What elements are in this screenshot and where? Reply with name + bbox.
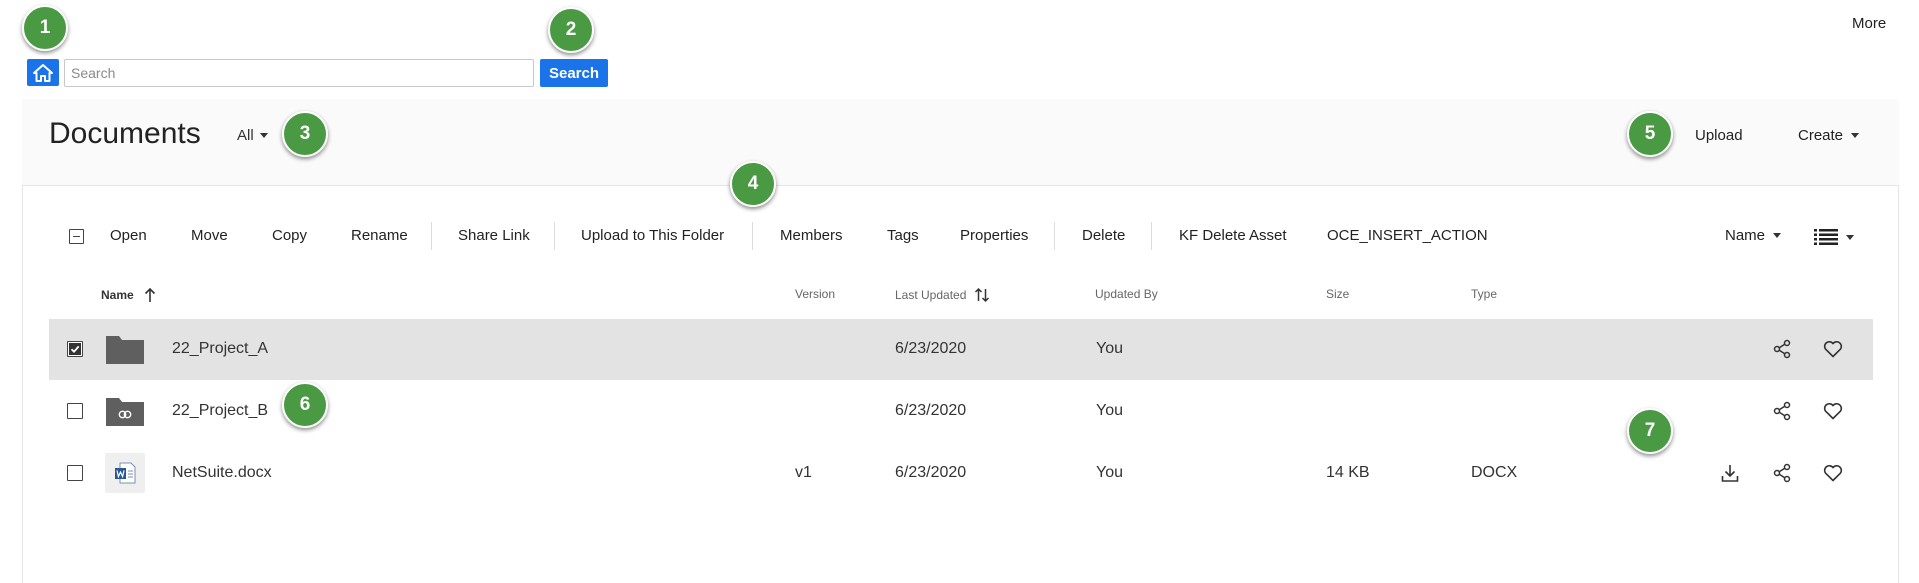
toolbar-divider <box>752 222 753 250</box>
select-all-checkbox[interactable] <box>69 229 84 244</box>
column-name-label: Name <box>101 288 134 302</box>
column-header-name[interactable]: Name <box>101 287 156 303</box>
toolbar-tags[interactable]: Tags <box>887 227 919 244</box>
row-size: 14 KB <box>1326 464 1370 481</box>
row-updated-by: You <box>1096 340 1123 357</box>
home-button[interactable] <box>27 59 59 86</box>
share-icon[interactable] <box>1770 399 1794 423</box>
sort-dropdown[interactable]: Name <box>1725 227 1782 244</box>
row-name[interactable]: 22_Project_A <box>172 340 268 358</box>
list-view-icon <box>1814 229 1838 245</box>
toolbar-oce-insert-action[interactable]: OCE_INSERT_ACTION <box>1327 227 1488 244</box>
caret-down-icon <box>259 133 268 138</box>
caret-down-icon <box>1773 233 1782 238</box>
toolbar-divider <box>431 222 432 250</box>
toolbar-copy[interactable]: Copy <box>272 227 307 244</box>
more-menu[interactable]: More <box>1852 15 1886 32</box>
word-document-icon <box>105 453 145 493</box>
row-name[interactable]: 22_Project_B <box>172 402 268 420</box>
column-last-updated-label: Last Updated <box>895 288 967 302</box>
toolbar-open[interactable]: Open <box>110 227 147 244</box>
column-header-size[interactable]: Size <box>1326 287 1349 301</box>
callout-badge: 6 <box>282 382 328 428</box>
column-header-type[interactable]: Type <box>1471 287 1497 301</box>
download-icon[interactable] <box>1718 461 1742 485</box>
toolbar-rename[interactable]: Rename <box>351 227 408 244</box>
column-header-version[interactable]: Version <box>795 287 835 301</box>
toolbar-divider <box>554 222 555 250</box>
view-dropdown[interactable] <box>1814 228 1854 246</box>
toolbar-share-link[interactable]: Share Link <box>458 227 530 244</box>
folder-icon <box>105 329 145 369</box>
callout-badge: 3 <box>282 111 328 157</box>
toolbar-kf-delete-asset[interactable]: KF Delete Asset <box>1179 227 1287 244</box>
sort-toggle-icon <box>975 287 990 303</box>
checkmark-icon <box>69 343 81 355</box>
share-icon[interactable] <box>1770 461 1794 485</box>
toolbar-members[interactable]: Members <box>780 227 843 244</box>
callout-badge: 7 <box>1627 408 1673 454</box>
create-label: Create <box>1798 127 1844 144</box>
home-icon <box>33 63 53 82</box>
toolbar-delete[interactable]: Delete <box>1082 227 1125 244</box>
toolbar-properties[interactable]: Properties <box>960 227 1028 244</box>
row-updated-by: You <box>1096 464 1123 481</box>
row-name[interactable]: NetSuite.docx <box>172 464 272 482</box>
row-version: v1 <box>795 464 812 481</box>
toolbar-divider <box>1151 222 1152 250</box>
upload-button[interactable]: Upload <box>1695 127 1743 144</box>
filter-label: All <box>237 127 254 144</box>
row-checkbox[interactable] <box>67 341 83 357</box>
create-dropdown[interactable]: Create <box>1798 127 1860 144</box>
callout-badge: 4 <box>730 161 776 207</box>
sort-ascending-icon <box>144 287 155 302</box>
filter-dropdown[interactable]: All <box>237 127 268 144</box>
callout-badge: 1 <box>22 5 68 51</box>
row-last-updated: 6/23/2020 <box>895 340 967 357</box>
favorite-heart-icon[interactable] <box>1821 399 1845 423</box>
toolbar-move[interactable]: Move <box>191 227 228 244</box>
toolbar-upload-to-folder[interactable]: Upload to This Folder <box>581 227 724 244</box>
search-input[interactable] <box>64 59 534 87</box>
share-icon[interactable] <box>1770 337 1794 361</box>
row-last-updated: 6/23/2020 <box>895 402 967 419</box>
toolbar-divider <box>1054 222 1055 250</box>
row-type: DOCX <box>1471 464 1518 481</box>
column-header-updated-by[interactable]: Updated By <box>1095 287 1158 301</box>
row-updated-by: You <box>1096 402 1123 419</box>
column-header-last-updated[interactable]: Last Updated <box>895 287 990 303</box>
callout-badge: 5 <box>1627 111 1673 157</box>
search-button[interactable]: Search <box>540 59 608 87</box>
shared-folder-icon <box>105 391 145 431</box>
favorite-heart-icon[interactable] <box>1821 461 1845 485</box>
caret-down-icon <box>1851 133 1860 138</box>
page-title: Documents <box>49 117 201 150</box>
row-last-updated: 6/23/2020 <box>895 464 967 481</box>
sort-label: Name <box>1725 227 1766 244</box>
row-checkbox[interactable] <box>67 465 83 481</box>
row-checkbox[interactable] <box>67 403 83 419</box>
caret-down-icon <box>1846 234 1854 240</box>
callout-badge: 2 <box>548 7 594 53</box>
favorite-heart-icon[interactable] <box>1821 337 1845 361</box>
